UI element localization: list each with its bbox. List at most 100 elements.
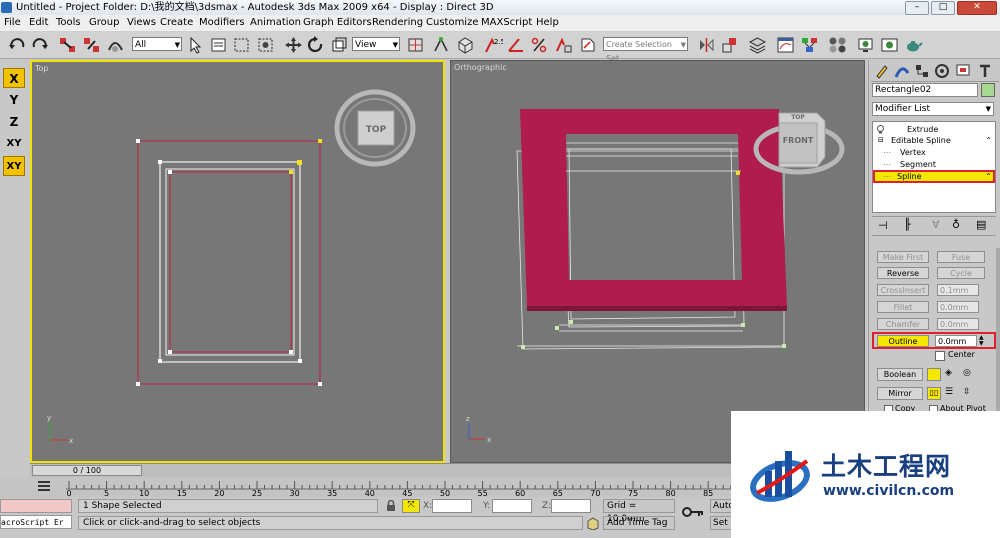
material-editor-icon[interactable]: [828, 36, 847, 54]
utilities-tab-icon[interactable]: [977, 63, 993, 79]
menu-edit[interactable]: Edit: [29, 15, 48, 31]
viewcube-icon[interactable]: TOP: [334, 89, 416, 167]
menu-maxscript[interactable]: MAXScript: [481, 15, 532, 31]
collapse-icon[interactable]: ⊟: [878, 135, 884, 146]
set-key-icon[interactable]: [682, 505, 704, 519]
pin-stack-icon[interactable]: ⊣: [878, 219, 888, 232]
pivot-point-center-icon[interactable]: [406, 36, 425, 54]
menu-rendering[interactable]: Rendering: [372, 15, 423, 31]
create-tab-icon[interactable]: [874, 63, 890, 79]
redo-icon[interactable]: [30, 36, 49, 54]
command-panel-scrollbar[interactable]: [996, 248, 1000, 413]
select-and-rotate-icon[interactable]: [306, 36, 325, 54]
outline-button[interactable]: Outline: [877, 335, 929, 347]
selection-filter-dropdown[interactable]: All ▼: [132, 37, 182, 51]
z-coordinate-field[interactable]: [551, 499, 591, 513]
menu-tools[interactable]: Tools: [56, 15, 81, 31]
configure-sets-icon[interactable]: ▤: [976, 218, 986, 231]
display-tab-icon[interactable]: [955, 63, 971, 79]
restrict-to-x-button[interactable]: X: [3, 68, 25, 88]
schematic-view-icon[interactable]: [800, 36, 819, 54]
mirror-vertical-icon[interactable]: ☰: [945, 387, 959, 400]
set-key-button[interactable]: Set K: [710, 516, 732, 530]
minimize-button[interactable]: –: [905, 1, 929, 15]
layer-manager-icon[interactable]: [748, 36, 767, 54]
restrict-to-plane-flyout[interactable]: XY: [3, 156, 25, 176]
show-end-result-icon[interactable]: ╟: [904, 218, 911, 231]
maxscript-listener-white[interactable]: acroScript Er: [0, 515, 72, 529]
auto-key-button[interactable]: Auto: [710, 499, 732, 513]
align-icon[interactable]: [720, 36, 739, 54]
fillet-value[interactable]: 0.0mm: [937, 301, 979, 313]
motion-tab-icon[interactable]: [934, 63, 950, 79]
y-coordinate-field[interactable]: [492, 499, 532, 513]
modify-tab-icon[interactable]: [894, 63, 910, 79]
menu-help[interactable]: Help: [536, 15, 559, 31]
outline-value[interactable]: 0.0mm: [935, 335, 977, 347]
stack-item-editable-spline[interactable]: ⊟ Editable Spline ⌃: [875, 135, 993, 146]
outline-spinner-arrows[interactable]: ▲ ▼: [979, 335, 987, 347]
menu-group[interactable]: Group: [89, 15, 119, 31]
boolean-button[interactable]: Boolean: [877, 368, 923, 381]
undo-icon[interactable]: [8, 36, 27, 54]
chamfer-value[interactable]: 0.0mm: [937, 318, 979, 330]
unlink-selection-icon[interactable]: [82, 36, 101, 54]
union-icon[interactable]: [927, 368, 941, 381]
restrict-to-y-button[interactable]: Y: [3, 90, 25, 110]
fuse-button[interactable]: Fuse: [937, 251, 985, 263]
menu-customize[interactable]: Customize: [426, 15, 479, 31]
snaps-toggle-icon[interactable]: 2.5: [484, 36, 503, 54]
hierarchy-tab-icon[interactable]: [914, 63, 930, 79]
menu-modifiers[interactable]: Modifiers: [199, 15, 245, 31]
menu-file[interactable]: File: [4, 15, 21, 31]
cycle-button[interactable]: Cycle: [937, 267, 985, 279]
crossinsert-value[interactable]: 0.1mm: [937, 284, 979, 296]
stack-item-vertex[interactable]: ⋯ Vertex: [875, 147, 993, 158]
add-time-tag-button[interactable]: Add Time Tag: [603, 516, 675, 530]
object-color-swatch[interactable]: [981, 83, 995, 97]
crossinsert-button[interactable]: CrossInsert: [877, 284, 929, 296]
angle-snap-icon[interactable]: [507, 36, 526, 54]
restrict-to-xy-button[interactable]: XY: [3, 134, 25, 154]
subtraction-icon[interactable]: ◈: [945, 368, 959, 381]
select-object-icon[interactable]: [186, 36, 205, 54]
stack-item-segment[interactable]: ⋯ Segment: [875, 159, 993, 170]
window-crossing-icon[interactable]: [256, 36, 275, 54]
mirror-button[interactable]: Mirror: [877, 387, 923, 400]
light-bulb-icon[interactable]: [876, 125, 885, 134]
keyboard-shortcut-override-icon[interactable]: [456, 36, 475, 54]
menu-create[interactable]: Create: [160, 15, 193, 31]
modifier-list-dropdown[interactable]: Modifier List ▼: [872, 102, 994, 116]
select-and-link-icon[interactable]: [58, 36, 77, 54]
remove-modifier-icon[interactable]: ♁: [952, 218, 960, 231]
close-button[interactable]: ✕: [957, 1, 997, 15]
absolute-mode-icon[interactable]: ⤧: [402, 499, 420, 513]
x-coordinate-field[interactable]: [432, 499, 472, 513]
track-bar-menu-icon[interactable]: [36, 479, 52, 493]
select-and-scale-icon[interactable]: [330, 36, 349, 54]
quick-render-teapot-icon[interactable]: [904, 36, 923, 54]
spinner-snap-icon[interactable]: [554, 36, 573, 54]
rectangular-selection-icon[interactable]: [232, 36, 251, 54]
maxscript-listener-pink[interactable]: [0, 499, 72, 513]
stack-item-spline-selected[interactable]: ⋯ Spline ⌃: [873, 170, 995, 183]
chamfer-button[interactable]: Chamfer: [877, 318, 929, 330]
edit-named-selection-icon[interactable]: [578, 36, 597, 54]
make-unique-icon[interactable]: ∀: [932, 218, 940, 231]
select-and-manipulate-icon[interactable]: [432, 36, 451, 54]
select-and-move-icon[interactable]: [284, 36, 303, 54]
time-tag-icon[interactable]: [586, 517, 600, 530]
restrict-to-z-button[interactable]: Z: [3, 112, 25, 132]
bind-to-space-warp-icon[interactable]: [106, 36, 125, 54]
stack-item-extrude[interactable]: Extrude: [875, 124, 993, 135]
maximize-button[interactable]: □: [931, 1, 955, 15]
mirror-both-icon[interactable]: ⇳: [963, 387, 977, 400]
object-name-field[interactable]: Rectangle02: [872, 83, 978, 97]
time-slider-thumb[interactable]: 0 / 100: [32, 465, 142, 476]
viewport-orthographic[interactable]: Orthographic x z TOP FRONT: [450, 60, 865, 463]
reverse-button[interactable]: Reverse: [877, 267, 929, 279]
mirror-icon[interactable]: [697, 36, 716, 54]
rendered-frame-window-icon[interactable]: [880, 36, 899, 54]
fillet-button[interactable]: Fillet: [877, 301, 929, 313]
menu-graph-editors[interactable]: Graph Editors: [303, 15, 372, 31]
